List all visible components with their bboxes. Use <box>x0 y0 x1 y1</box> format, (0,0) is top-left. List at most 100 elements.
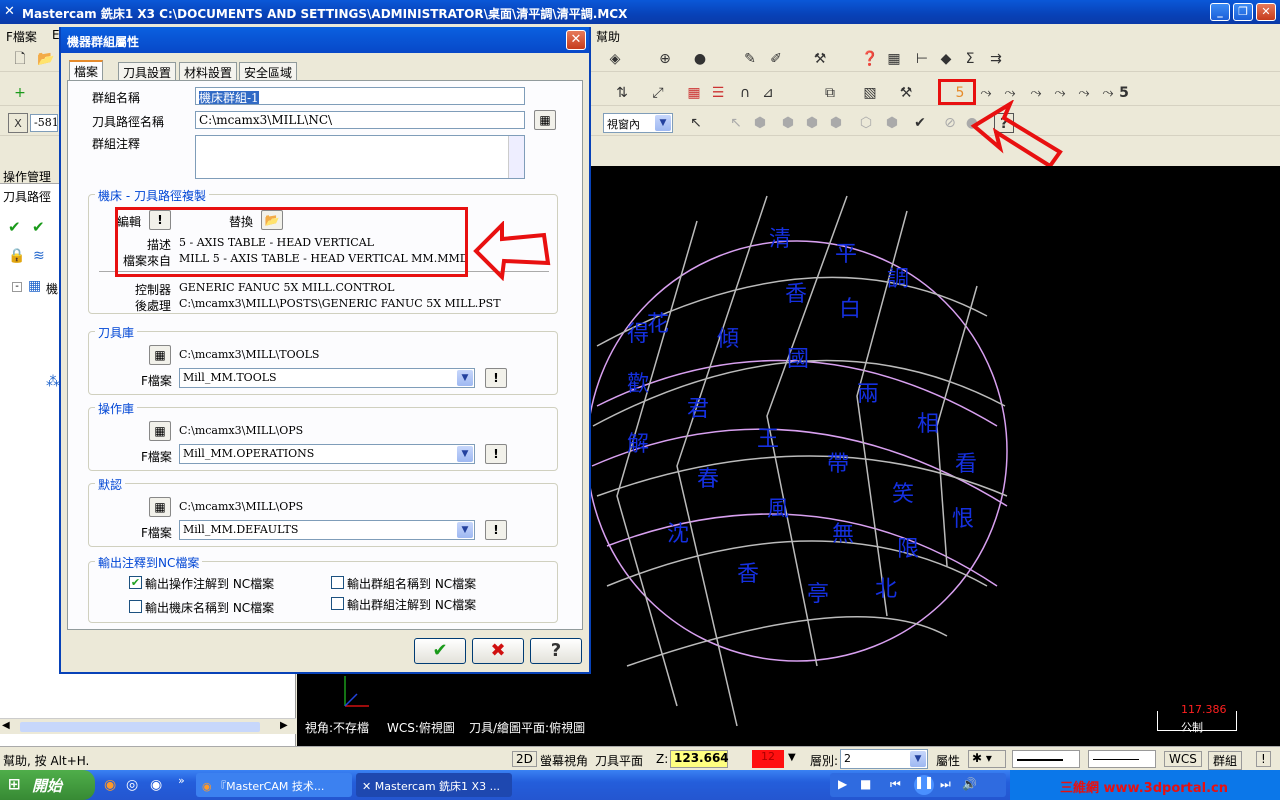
defaults-browse-icon[interactable]: ▦ <box>149 497 171 517</box>
browse-folder-icon[interactable]: ▦ <box>534 110 556 130</box>
firefox-icon[interactable]: ◉ <box>104 777 116 793</box>
list-icon[interactable]: ☰ <box>708 83 728 103</box>
curve-icon[interactable]: ∩ <box>735 83 755 103</box>
ruler-icon[interactable]: ⊿ <box>758 83 778 103</box>
toolpath-tab[interactable]: 刀具路徑 <box>3 188 51 205</box>
dialog-close-button[interactable]: ✕ <box>566 30 586 50</box>
screen-view-button[interactable]: 螢幕視角 <box>540 752 588 769</box>
quicklaunch-icon-2[interactable]: ◎ <box>126 777 138 793</box>
hex-icon-3[interactable]: ⬢ <box>826 113 846 133</box>
group-name-input[interactable]: 機床群組-1 <box>195 87 525 105</box>
tool-library-browse-icon[interactable]: ▦ <box>149 345 171 365</box>
sort-icon[interactable]: ⇅ <box>612 83 632 103</box>
sphere-icon[interactable]: ● <box>690 49 710 69</box>
scroll-right-icon[interactable]: ▶ <box>280 720 288 731</box>
shape-icon[interactable]: ◆ <box>936 49 956 69</box>
stack-icon[interactable]: ⧉ <box>820 83 840 103</box>
new-file-icon[interactable]: 🗋 <box>10 49 30 69</box>
toolpath-icon-5[interactable]: ⤳ <box>1074 83 1094 103</box>
lock-icon[interactable]: 🔒 <box>8 248 25 264</box>
view-combo[interactable]: 視窗內 ▼ <box>603 113 673 133</box>
pointer-icon[interactable]: ↖ <box>686 113 706 133</box>
media-play-icon[interactable]: ▶ <box>838 777 847 791</box>
cube-gray-icon[interactable]: ⬢ <box>750 113 770 133</box>
select-all-icon[interactable]: ✔ <box>8 218 21 236</box>
close-window-button[interactable]: ✕ <box>1256 3 1276 21</box>
box-icon[interactable]: ⬡ <box>856 113 876 133</box>
menu-file[interactable]: F檔案 <box>6 28 37 45</box>
attributes-button[interactable]: 屬性 <box>936 752 960 769</box>
point-style-combo[interactable]: ✱ ▾ <box>968 750 1006 768</box>
minimize-button[interactable]: _ <box>1210 3 1230 21</box>
solid-cube-icon[interactable]: ◈ <box>605 49 625 69</box>
start-button[interactable]: ⊞ 開始 <box>0 770 95 800</box>
output-ops-comment-checkbox[interactable]: ✔ <box>129 576 142 589</box>
comment-scrollbar[interactable] <box>508 136 524 178</box>
operations-library-info-button[interactable]: ! <box>485 444 507 464</box>
measure-icon[interactable]: ⊢ <box>912 49 932 69</box>
level-combo[interactable]: 2 ▼ <box>840 749 928 769</box>
media-volume-icon[interactable]: 🔊 <box>962 777 977 791</box>
hex-icon-1[interactable]: ⬢ <box>778 113 798 133</box>
pencil-icon[interactable]: ✎ <box>740 49 760 69</box>
transform-icon[interactable]: ⤢ <box>648 83 668 103</box>
quicklaunch-icon-3[interactable]: ◉ <box>150 777 162 793</box>
taskbar-item-browser[interactable]: ◉ 『MasterCAM 技术... <box>196 773 352 797</box>
taskbar-item-mastercam[interactable]: ✕ Mastercam 銑床1 X3 ... <box>356 773 512 797</box>
tool-library-combo[interactable]: Mill_MM.TOOLS ▼ <box>179 368 475 388</box>
no-icon[interactable]: ⊘ <box>940 113 960 133</box>
z-depth-input[interactable]: 123.664 <box>670 750 729 768</box>
hex-icon-2[interactable]: ⬢ <box>802 113 822 133</box>
check-edit-icon[interactable]: ✔ <box>910 113 930 133</box>
add-icon[interactable]: + <box>10 83 30 103</box>
media-pause-icon[interactable]: ❚❚ <box>914 775 934 795</box>
maximize-button[interactable]: ❐ <box>1233 3 1253 21</box>
open-file-icon[interactable]: 📂 <box>36 49 56 69</box>
line-width-combo[interactable] <box>1088 750 1156 768</box>
sigma-icon[interactable]: Σ <box>960 49 980 69</box>
whats-this-icon[interactable]: ❓ <box>860 49 880 69</box>
export-icon[interactable]: ⇉ <box>986 49 1006 69</box>
tool-library-info-button[interactable]: ! <box>485 368 507 388</box>
group-comment-textarea[interactable] <box>195 135 525 179</box>
table-icon[interactable]: ▦ <box>684 83 704 103</box>
five-box-icon[interactable]: 5 <box>1114 83 1134 103</box>
color-swatch[interactable]: 12 <box>752 750 784 768</box>
defaults-combo[interactable]: Mill_MM.DEFAULTS ▼ <box>179 520 475 540</box>
grid-icon[interactable]: ▦ <box>884 49 904 69</box>
tool-plane-button[interactable]: 刀具平面 <box>595 752 643 769</box>
wcs-button[interactable]: WCS <box>1164 751 1202 767</box>
x-coordinate-input[interactable]: -581. <box>30 114 58 132</box>
globe-icon[interactable]: ⊕ <box>655 49 675 69</box>
cancel-button[interactable]: ✖ <box>472 638 524 664</box>
status-more-button[interactable]: ! <box>1256 751 1271 767</box>
media-next-icon[interactable]: ⏭ <box>940 777 951 792</box>
tree-collapse-icon[interactable]: - <box>12 282 22 292</box>
defaults-info-button[interactable]: ! <box>485 520 507 540</box>
line-style-combo[interactable] <box>1012 750 1080 768</box>
wand-icon[interactable]: ⚒ <box>810 49 830 69</box>
operations-library-browse-icon[interactable]: ▦ <box>149 421 171 441</box>
group-button[interactable]: 群組 <box>1208 751 1243 770</box>
help-button[interactable]: ? <box>530 638 582 664</box>
media-player-bar[interactable]: ▶ ■ ⏮ ❚❚ ⏭ 🔊 <box>830 773 1006 797</box>
tab-files[interactable]: 檔案 <box>69 60 104 81</box>
media-stop-icon[interactable]: ■ <box>860 777 871 791</box>
scroll-left-icon[interactable]: ◀ <box>2 720 10 731</box>
quicklaunch-more-icon[interactable]: » <box>178 774 185 787</box>
tab-stock-setup[interactable]: 材料設置 <box>179 62 238 80</box>
menu-help[interactable]: 幫助 <box>596 28 620 45</box>
operations-library-combo[interactable]: Mill_MM.OPERATIONS ▼ <box>179 444 475 464</box>
tab-safety-zone[interactable]: 安全區域 <box>239 62 298 80</box>
select-dirty-icon[interactable]: ✔ <box>32 218 45 236</box>
output-group-name-checkbox[interactable] <box>331 576 344 589</box>
ok-button[interactable]: ✔ <box>414 638 466 664</box>
scroll-thumb[interactable] <box>20 722 260 732</box>
wave-icon[interactable]: ≋ <box>33 248 45 264</box>
tool-icon[interactable]: ⚒ <box>896 83 916 103</box>
pencils-icon[interactable]: ✐ <box>766 49 786 69</box>
pattern-icon[interactable]: ▧ <box>860 83 880 103</box>
tab-tool-settings[interactable]: 刀具設置 <box>118 62 177 80</box>
media-prev-icon[interactable]: ⏮ <box>890 777 901 792</box>
output-machine-name-checkbox[interactable] <box>129 600 142 613</box>
